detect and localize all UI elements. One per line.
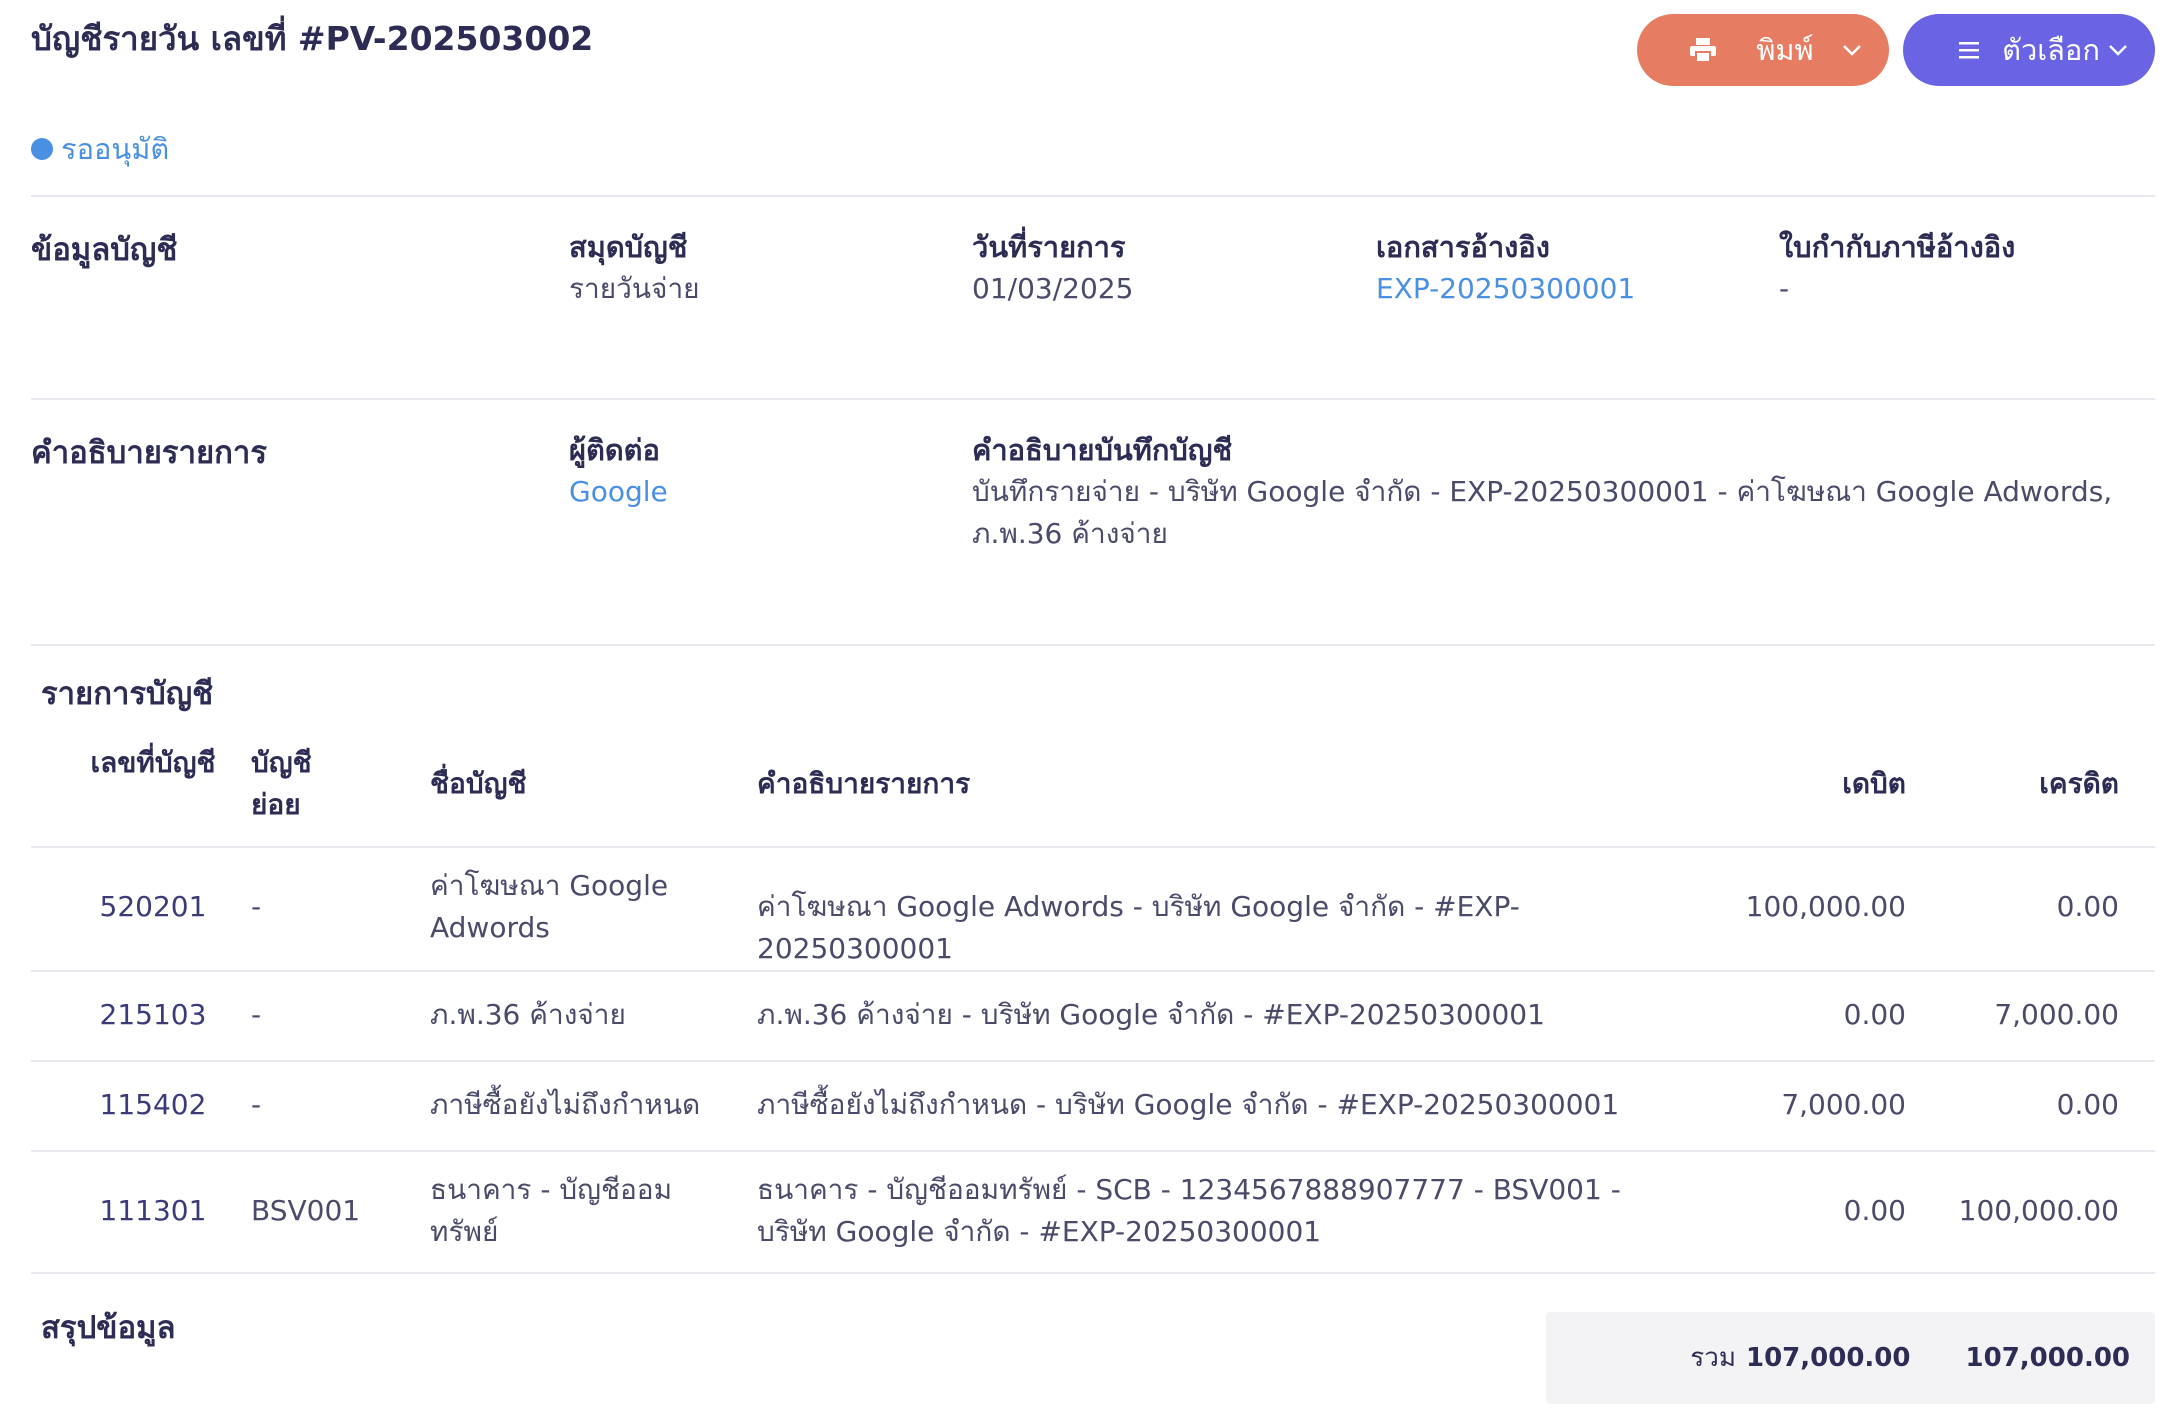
chevron-down-icon [2105,37,2131,63]
date-value: 01/03/2025 [972,272,1134,305]
print-button-label: พิมพ์ [1756,33,1814,67]
cell-credit: 100,000.00 [1958,1194,2119,1227]
total-label: รวม [1690,1343,1736,1373]
cell-description: ธนาคาร - บัญชีออมทรัพย์ - SCB - 12345678… [757,1173,1621,1248]
cell-debit: 0.00 [1843,998,1906,1031]
status-dot-icon [31,138,53,160]
summary-totals: รวม 107,000.00 107,000.00 [1546,1312,2155,1404]
menu-icon [1953,34,1985,66]
book-field: สมุดบัญชี รายวันจ่าย [569,226,949,310]
cell-credit: 0.00 [2056,1088,2119,1121]
table-row[interactable]: 520201 - ค่าโฆษณา Google Adwords ค่าโฆษณ… [31,846,2155,970]
journal-voucher-page: บัญชีรายวัน เลขที่ #PV-202503002 พิมพ์ ต… [0,0,2184,1420]
entries-title: รายการบัญชี [41,676,214,712]
cell-sub-account: BSV001 [251,1194,361,1227]
col-credit: เครดิต [2039,767,2119,800]
account-info-title: ข้อมูลบัญชี [31,232,178,268]
print-button[interactable]: พิมพ์ [1637,14,1889,86]
cell-debit: 7,000.00 [1781,1088,1906,1121]
col-account-name: ชื่อบัญชี [430,767,527,800]
book-value: รายวันจ่าย [569,272,700,305]
tax-invoice-value: - [1779,272,1790,305]
cell-description: ภ.พ.36 ค้างจ่าย - บริษัท Google จำกัด - … [757,998,1545,1031]
cell-account-name: ธนาคาร - บัญชีออมทรัพย์ [430,1173,673,1248]
cell-account-no: 215103 [99,998,207,1031]
contact-link[interactable]: Google [569,471,949,513]
col-account-no: เลขที่บัญชี [90,746,216,779]
table-row[interactable]: 111301 BSV001 ธนาคาร - บัญชีออมทรัพย์ ธน… [31,1150,2155,1274]
cell-debit: 0.00 [1843,1194,1906,1227]
contact-field: ผู้ติดต่อ Google [569,429,949,513]
memo-field: คำอธิบายบันทึกบัญชี บันทึกรายจ่าย - บริษ… [972,429,2155,555]
divider [31,398,2155,400]
options-button-label: ตัวเลือก [2002,33,2100,67]
description-title: คำอธิบายรายการ [31,435,267,471]
options-button[interactable]: ตัวเลือก [1903,14,2155,86]
total-credit: 107,000.00 [1965,1343,2130,1373]
page-header: บัญชีรายวัน เลขที่ #PV-202503002 พิมพ์ ต… [31,0,2155,100]
chevron-down-icon [1839,37,1865,63]
cell-debit: 100,000.00 [1745,890,1906,923]
cell-description: ค่าโฆษณา Google Adwords - บริษัท Google … [757,890,1520,965]
status-badge: รออนุมัติ [31,126,169,172]
divider [31,644,2155,646]
ref-doc-label: เอกสารอ้างอิง [1376,230,1550,264]
ref-doc-field: เอกสารอ้างอิง EXP-20250300001 [1376,226,1756,310]
cell-sub-account: - [251,1088,262,1121]
printer-icon [1687,34,1719,66]
cell-account-name: ภาษีซื้อยังไม่ถึงกำหนด [430,1088,701,1121]
book-label: สมุดบัญชี [569,230,688,264]
table-row[interactable]: 215103 - ภ.พ.36 ค้างจ่าย ภ.พ.36 ค้างจ่าย… [31,970,2155,1060]
total-debit: 107,000.00 [1746,1343,1911,1373]
cell-credit: 0.00 [2056,890,2119,923]
cell-description: ภาษีซื้อยังไม่ถึงกำหนด - บริษัท Google จ… [757,1088,1620,1121]
status-label: รออนุมัติ [61,132,170,166]
cell-credit: 7,000.00 [1994,998,2119,1031]
memo-label: คำอธิบายบันทึกบัญชี [972,433,1233,467]
contact-label: ผู้ติดต่อ [569,433,660,467]
cell-account-name: ค่าโฆษณา Google Adwords [430,869,669,944]
col-sub-account: บัญชีย่อย [251,746,312,821]
date-field: วันที่รายการ 01/03/2025 [972,226,1352,310]
table-header: เลขที่บัญชี บัญชีย่อย ชื่อบัญชี คำอธิบาย… [31,740,2155,846]
summary-title: สรุปข้อมูล [41,1310,176,1346]
tax-invoice-label: ใบกำกับภาษีอ้างอิง [1779,230,2016,264]
date-label: วันที่รายการ [972,230,1126,264]
cell-account-no: 111301 [99,1194,207,1227]
cell-sub-account: - [251,890,262,923]
page-title: บัญชีรายวัน เลขที่ #PV-202503002 [31,19,594,58]
memo-value: บันทึกรายจ่าย - บริษัท Google จำกัด - EX… [972,475,2113,550]
col-debit: เดบิต [1842,767,1906,800]
cell-account-no: 115402 [99,1088,207,1121]
table-row[interactable]: 115402 - ภาษีซื้อยังไม่ถึงกำหนด ภาษีซื้อ… [31,1060,2155,1150]
cell-account-no: 520201 [99,890,207,923]
cell-account-name: ภ.พ.36 ค้างจ่าย [430,998,626,1031]
cell-sub-account: - [251,998,262,1031]
col-description: คำอธิบายรายการ [757,767,971,800]
ref-doc-link[interactable]: EXP-20250300001 [1376,268,1756,310]
divider [31,195,2155,197]
tax-invoice-field: ใบกำกับภาษีอ้างอิง - [1779,226,2155,310]
